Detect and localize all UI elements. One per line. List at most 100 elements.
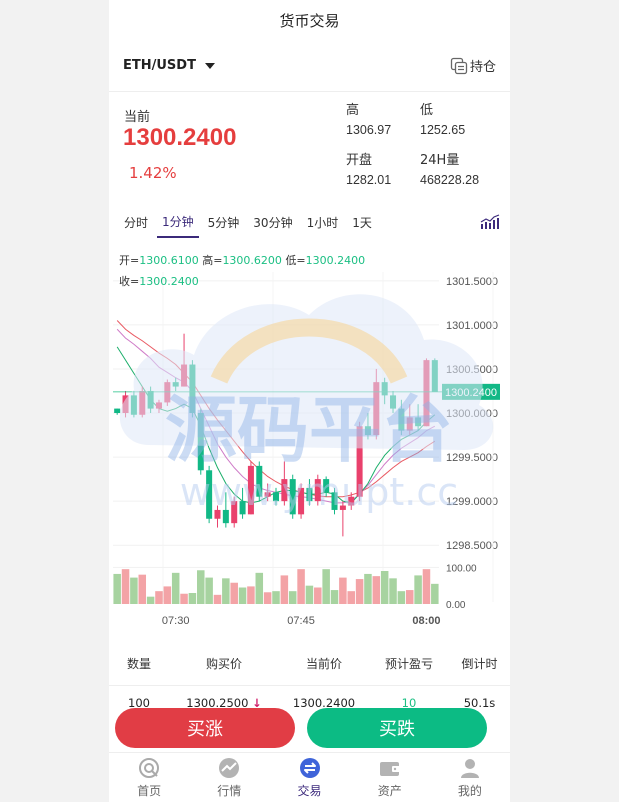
y-tick-label: 1300.5000 [446, 364, 498, 376]
x-tick-label: 08:00 [412, 615, 440, 627]
stat-volume-label: 24H量 [420, 153, 460, 168]
indicator-chart-icon[interactable] [480, 214, 500, 230]
nav-assets-label: 资产 [377, 783, 402, 798]
nav-market[interactable]: 行情 [189, 753, 269, 802]
y-tick-label: 1298.5000 [446, 540, 498, 552]
ohlc-line-1: 开=1300.6100 高=1300.6200 低=1300.2400 [119, 252, 365, 268]
candle-body [406, 417, 413, 431]
tab-timeshare[interactable]: 分时 [119, 208, 153, 237]
stat-low-label: 低 [420, 103, 434, 118]
volume-bar [121, 569, 130, 604]
volume-bar [247, 586, 255, 604]
col-pnl: 预计盈亏 [384, 657, 433, 671]
x-tick-label: 07:45 [287, 615, 315, 627]
volume-bar [238, 587, 247, 604]
current-price-label: 1300.2400 [445, 387, 497, 399]
ohlc-line-2: 收=1300.2400 [119, 273, 199, 289]
candle-body [289, 479, 296, 515]
trade-icon [299, 757, 320, 778]
col-countdown: 倒计时 [461, 657, 498, 671]
volume-bar [297, 569, 305, 604]
tab-1hour[interactable]: 1小时 [302, 208, 344, 237]
volume-bar [431, 583, 439, 604]
candle-body [189, 364, 196, 413]
buy-down-button[interactable]: 买跌 [307, 708, 487, 748]
tab-1day[interactable]: 1天 [347, 208, 377, 237]
stat-low-value: 1252.65 [420, 123, 466, 137]
market-icon [219, 757, 240, 778]
y-tick-label: 1301.5000 [446, 276, 498, 288]
ohlc-open: 1300.6100 [139, 254, 199, 267]
volume-bar [355, 579, 364, 604]
volume-bar [322, 569, 330, 604]
nav-profile-label: 我的 [457, 783, 482, 798]
orders-header: 数量 购买价 当前价 预计盈亏 倒计时 [109, 642, 510, 686]
home-icon [139, 757, 160, 778]
y-tick-label: 1299.0000 [446, 496, 498, 508]
candle-body [281, 479, 288, 502]
candle-body [314, 479, 321, 502]
buy-up-button[interactable]: 买涨 [115, 708, 295, 748]
volume-bar [146, 596, 155, 604]
volume-bar [414, 575, 422, 604]
quote-panel: 当前 1300.2400 1.42% 高 1306.97 低 1252.65 开… [109, 92, 510, 192]
change-percent: 1.42% [129, 164, 177, 182]
candle-body [222, 509, 229, 524]
volume-bar [138, 574, 147, 604]
volume-bar [280, 575, 289, 604]
tab-1min[interactable]: 1分钟 [157, 207, 199, 238]
nav-trade[interactable]: 交易 [269, 753, 349, 802]
current-label: 当前 [124, 110, 151, 125]
candle-body [423, 360, 430, 427]
candle-body [130, 395, 137, 415]
hold-button[interactable]: 持仓 [450, 56, 496, 75]
ma-line [116, 320, 436, 498]
volume-bar [188, 593, 197, 604]
stat-high-value: 1306.97 [346, 123, 392, 137]
nav-assets[interactable]: 资产 [350, 753, 430, 802]
tab-5min[interactable]: 5分钟 [203, 208, 245, 237]
candle-body [122, 395, 129, 413]
candle-body [114, 408, 121, 413]
trade-screen: 货币交易 ETH/USDT 持仓 当前 1300.2400 1.42% 高 13… [109, 0, 510, 802]
volume-bar [171, 572, 180, 604]
stat-open-label: 开盘 [346, 153, 373, 168]
col-current: 当前价 [305, 657, 342, 671]
volume-bar [272, 591, 280, 604]
stat-high-label: 高 [346, 103, 360, 118]
caret-down-icon[interactable] [204, 62, 215, 69]
stat-open: 开盘 1282.01 [346, 149, 391, 187]
candle-body [415, 417, 422, 427]
candle-body [390, 395, 397, 409]
volume-bar [130, 577, 138, 604]
candle-body [139, 390, 146, 415]
volume-bar [314, 587, 322, 604]
volume-bar [339, 577, 347, 604]
nav-profile[interactable]: 我的 [430, 753, 510, 802]
user-icon [460, 758, 479, 778]
pair-selector[interactable]: ETH/USDT [123, 58, 196, 73]
ohlc-open-label: 开= [119, 254, 140, 267]
ohlc-low-label: 低= [285, 254, 306, 267]
candle-body [155, 402, 162, 409]
ohlc-close: 1300.2400 [139, 275, 199, 288]
stat-high: 高 1306.97 [346, 99, 391, 137]
candle-body [339, 505, 346, 510]
y-tick-label: 1299.5000 [446, 452, 498, 464]
stat-volume-value: 468228.28 [420, 173, 480, 187]
kline-chart[interactable]: 1301.5000 1301.0000 1300.5000 1300.0000 1299… [109, 242, 510, 642]
volume-bar [230, 582, 238, 604]
candle-body [348, 496, 355, 506]
tab-30min[interactable]: 30分钟 [248, 208, 297, 237]
candle-body [331, 492, 338, 510]
volume-bar [347, 591, 355, 604]
ma-line [116, 328, 436, 504]
ohlc-high: 1300.6200 [222, 254, 282, 267]
volume-bar [197, 570, 205, 604]
candle-body [323, 479, 330, 493]
kline-svg: 1301.5000 1301.0000 1300.5000 1300.0000 1299… [113, 272, 500, 627]
nav-home[interactable]: 首页 [109, 753, 189, 802]
candle-body [272, 492, 280, 502]
volume-bar [180, 593, 188, 604]
candle-body [356, 426, 363, 497]
